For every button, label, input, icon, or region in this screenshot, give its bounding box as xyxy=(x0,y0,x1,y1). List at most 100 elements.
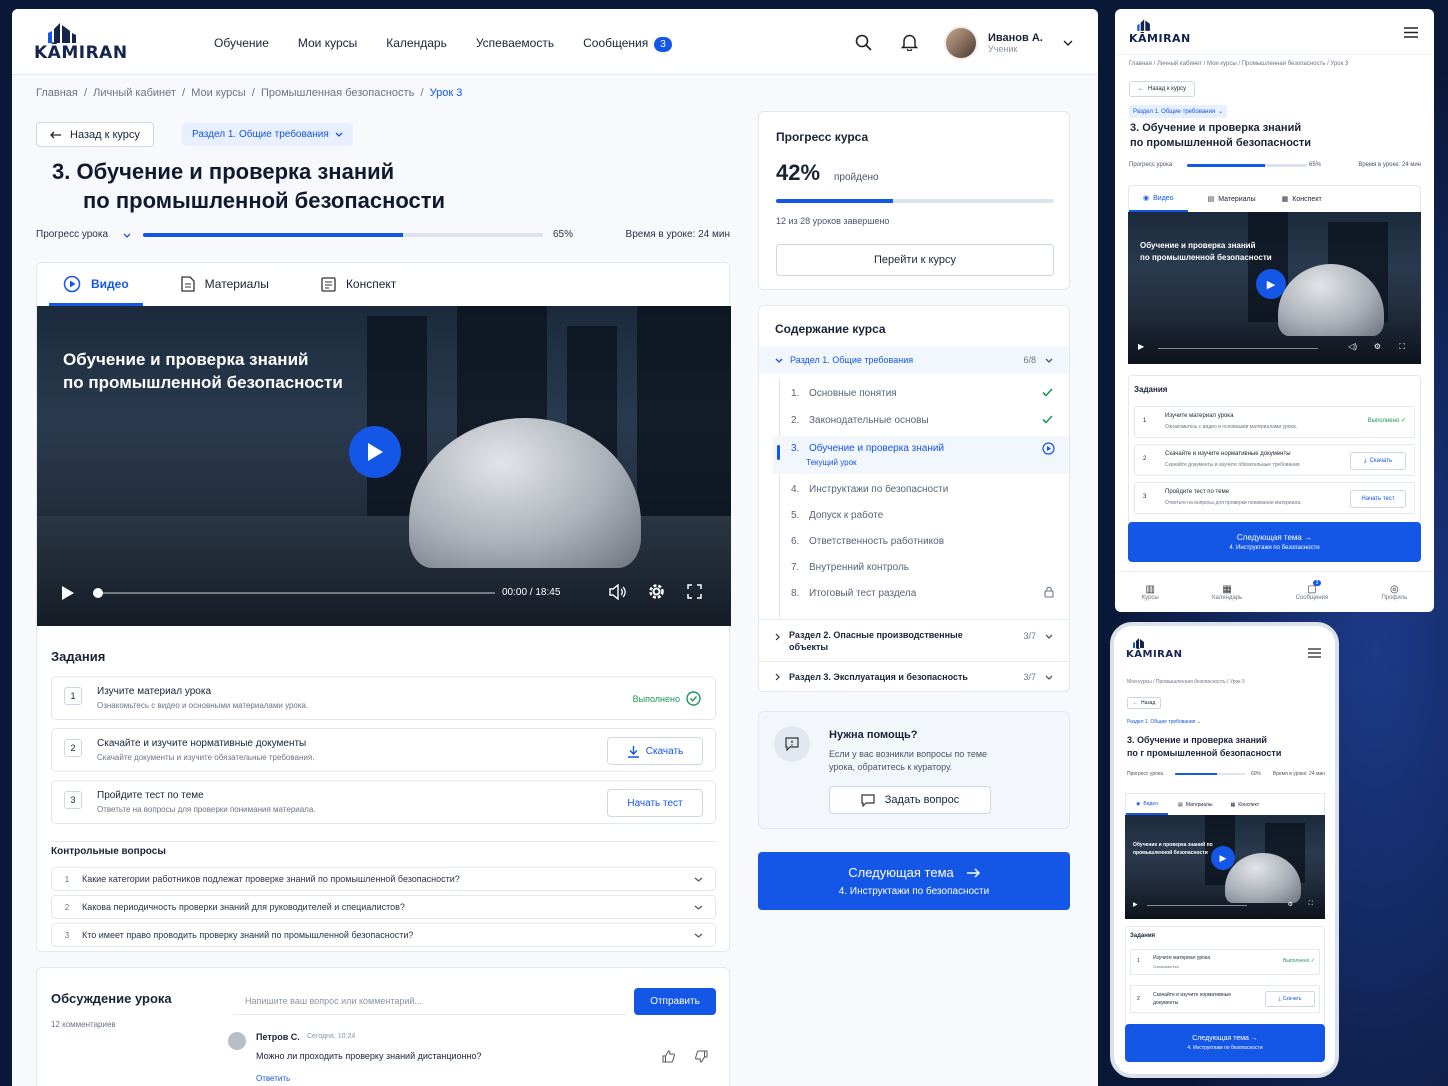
tab-notes[interactable]: Конспект xyxy=(295,263,422,305)
tab-materials[interactable]: Материалы xyxy=(155,263,295,305)
video-title-line-1: Обучение и проверка знаний xyxy=(1140,241,1256,250)
comment-input[interactable]: Напишите ваш вопрос или комментарий... xyxy=(233,988,627,1015)
search-icon[interactable] xyxy=(855,34,872,51)
play-button[interactable] xyxy=(349,426,401,478)
current-lesson-row[interactable] xyxy=(773,436,1069,474)
settings-gear-icon[interactable] xyxy=(648,583,665,600)
section-select[interactable]: Раздел 1. Общие требования ⌄ xyxy=(1129,105,1228,118)
settings-gear-icon[interactable]: ⚙ xyxy=(1288,901,1293,908)
tab-video[interactable]: ◉ Видео xyxy=(1129,186,1188,212)
send-button[interactable]: Отправить xyxy=(634,988,716,1015)
crumb-home[interactable]: Главная xyxy=(1129,61,1152,67)
question-item[interactable]: 3 Кто имеет право проводить проверку знан… xyxy=(51,923,716,947)
ask-question-button[interactable]: Задать вопрос xyxy=(829,786,991,814)
download-button[interactable]: ⤓ Скачать xyxy=(1350,452,1406,470)
settings-gear-icon[interactable]: ⚙ xyxy=(1374,342,1381,351)
lesson-item[interactable]: 5. Допуск к работе xyxy=(791,510,1071,521)
tasks-heading: Задания xyxy=(1134,385,1168,394)
video-seek-bar[interactable] xyxy=(95,592,495,594)
user-menu[interactable]: Иванов А. Ученик xyxy=(944,26,1073,60)
nav-learning[interactable]: Обучение xyxy=(214,36,269,52)
section-select[interactable]: Раздел 1. Общие требования ⌄ xyxy=(1127,719,1201,725)
back-button[interactable]: ← Назад xyxy=(1127,697,1162,709)
tab-notes[interactable]: ▦ Конспект xyxy=(1276,186,1328,212)
video-player[interactable]: Обучение и проверка знаний по промышленн… xyxy=(1125,815,1325,919)
reply-link[interactable]: Ответить xyxy=(256,1074,290,1083)
download-button[interactable]: Скачать xyxy=(607,737,703,765)
lesson-progress-label: Прогресс урока xyxy=(1129,162,1173,168)
lesson-item[interactable]: 3. Обучение и проверка знаний xyxy=(791,443,1071,454)
lesson-item[interactable]: 7. Внутренний контроль xyxy=(791,562,1071,573)
go-to-course-button[interactable]: Перейти к курсу xyxy=(776,244,1054,276)
fullscreen-icon[interactable]: ⛶ xyxy=(1399,342,1405,352)
question-item[interactable]: 2 Какова периодичность проверки знаний дл… xyxy=(51,895,716,919)
thumbs-down-icon[interactable] xyxy=(695,1050,708,1063)
section-2-row[interactable]: Раздел 2. Опасные производственные объект… xyxy=(759,628,1069,656)
chevron-down-icon[interactable] xyxy=(123,233,131,238)
download-button[interactable]: ⤓ Скачать xyxy=(1265,991,1315,1007)
bottom-nav-messages[interactable]: ▢ 3 Сообщения xyxy=(1296,579,1328,601)
logo[interactable]: KĀMIRAN xyxy=(1129,17,1191,45)
next-topic-button[interactable]: Следующая тема → 4. Инструктажи по безоп… xyxy=(1128,522,1421,562)
back-to-course-button[interactable]: ← Назад к курсу xyxy=(1129,81,1196,97)
section-3-row[interactable]: Раздел 3. Эксплуатация и безопасность 3/… xyxy=(759,672,1069,688)
lesson-item[interactable]: 2. Законодательные основы xyxy=(791,415,1071,426)
logo[interactable]: KĀMIRAN xyxy=(34,19,128,63)
tab-video[interactable]: ◉ Видео xyxy=(1126,794,1168,815)
menu-icon[interactable] xyxy=(1404,27,1418,38)
tab-video-label: Видео xyxy=(91,277,129,291)
crumb-course[interactable]: Промышленная безопасность xyxy=(261,87,414,99)
video-seek-bar[interactable] xyxy=(1158,348,1318,349)
lesson-item[interactable]: 4. Инструктажи по безопасности xyxy=(791,484,1071,495)
volume-icon[interactable] xyxy=(609,584,627,600)
nav-my-courses[interactable]: Мои курсы xyxy=(298,36,357,52)
video-seek-handle[interactable] xyxy=(93,588,103,598)
tab-video-label: Видео xyxy=(1143,800,1158,807)
lesson-item[interactable]: 1. Основные понятия xyxy=(791,388,1071,399)
video-player[interactable]: Обучение и проверка знаний по промышленн… xyxy=(37,306,731,626)
back-to-course-button[interactable]: Назад к курсу xyxy=(36,122,154,147)
nav-messages[interactable]: Сообщения 3 xyxy=(583,36,672,52)
crumb-cabinet[interactable]: Личный кабинет xyxy=(1157,61,1202,67)
question-item[interactable]: 1 Какие категории работников подлежат про… xyxy=(51,867,716,891)
next-topic-button[interactable]: Следующая тема → 4. Инструктажи по безоп… xyxy=(1125,1024,1325,1062)
crumb-my-courses[interactable]: Мои курсы xyxy=(1207,61,1237,67)
crumb-cabinet[interactable]: Личный кабинет xyxy=(93,87,176,99)
crumb-my-courses[interactable]: Мои курсы xyxy=(191,87,245,99)
lesson-item[interactable]: 6. Ответственность работников xyxy=(791,536,1071,547)
tab-notes-label: Конспект xyxy=(1292,195,1322,203)
bell-icon[interactable] xyxy=(901,33,918,51)
fullscreen-icon[interactable] xyxy=(687,584,702,599)
start-test-button[interactable]: Начать тест xyxy=(1350,490,1406,508)
video-seek-bar[interactable] xyxy=(1147,905,1247,906)
fullscreen-icon[interactable]: ⛶ xyxy=(1309,901,1313,908)
tab-materials[interactable]: ▤ Материалы xyxy=(1168,794,1223,815)
desktop-screen: KĀMIRAN Обучение Мои курсы Календарь Усп… xyxy=(12,9,1098,1086)
video-player[interactable]: Обучение и проверка знаний по промышленно… xyxy=(1128,212,1421,364)
bottom-nav-calendar[interactable]: ▦ Календарь xyxy=(1212,584,1242,601)
logo[interactable]: KĀMIRAN xyxy=(1126,636,1182,660)
nav-calendar[interactable]: Календарь xyxy=(386,36,447,52)
tab-notes[interactable]: ▦ Конспект xyxy=(1223,794,1268,815)
crumb-course[interactable]: Промышленная безопасность xyxy=(1242,61,1326,67)
play-icon[interactable]: ▶ xyxy=(1133,901,1138,908)
play-button[interactable]: ▶ xyxy=(1256,269,1286,299)
start-test-button[interactable]: Начать тест xyxy=(607,789,703,817)
back-label: Назад xyxy=(1141,700,1156,706)
bottom-nav-profile[interactable]: ◎ Профиль xyxy=(1381,584,1407,601)
thumbs-up-icon[interactable] xyxy=(662,1050,675,1063)
section-select[interactable]: Раздел 1. Общие требования xyxy=(182,123,353,146)
bottom-nav-courses[interactable]: ▥ Курсы xyxy=(1142,584,1159,601)
play-icon[interactable]: ▶ xyxy=(1138,342,1144,351)
lesson-item[interactable]: 8. Итоговый тест раздела xyxy=(791,588,1071,599)
menu-icon[interactable] xyxy=(1308,648,1321,658)
play-icon[interactable] xyxy=(61,585,75,601)
volume-icon[interactable]: ◁) xyxy=(1348,342,1357,351)
play-button[interactable]: ▶ xyxy=(1211,846,1235,870)
tab-video[interactable]: Видео xyxy=(37,263,155,306)
crumb-home[interactable]: Главная xyxy=(36,87,78,99)
tab-materials[interactable]: ▤ Материалы xyxy=(1188,186,1276,212)
next-topic-button[interactable]: Следующая тема 4. Инструктажи по безопас… xyxy=(758,852,1070,910)
nav-progress[interactable]: Успеваемость xyxy=(476,36,554,52)
section-1-row[interactable]: Раздел 1. Общие требования 6/8 xyxy=(759,346,1069,374)
